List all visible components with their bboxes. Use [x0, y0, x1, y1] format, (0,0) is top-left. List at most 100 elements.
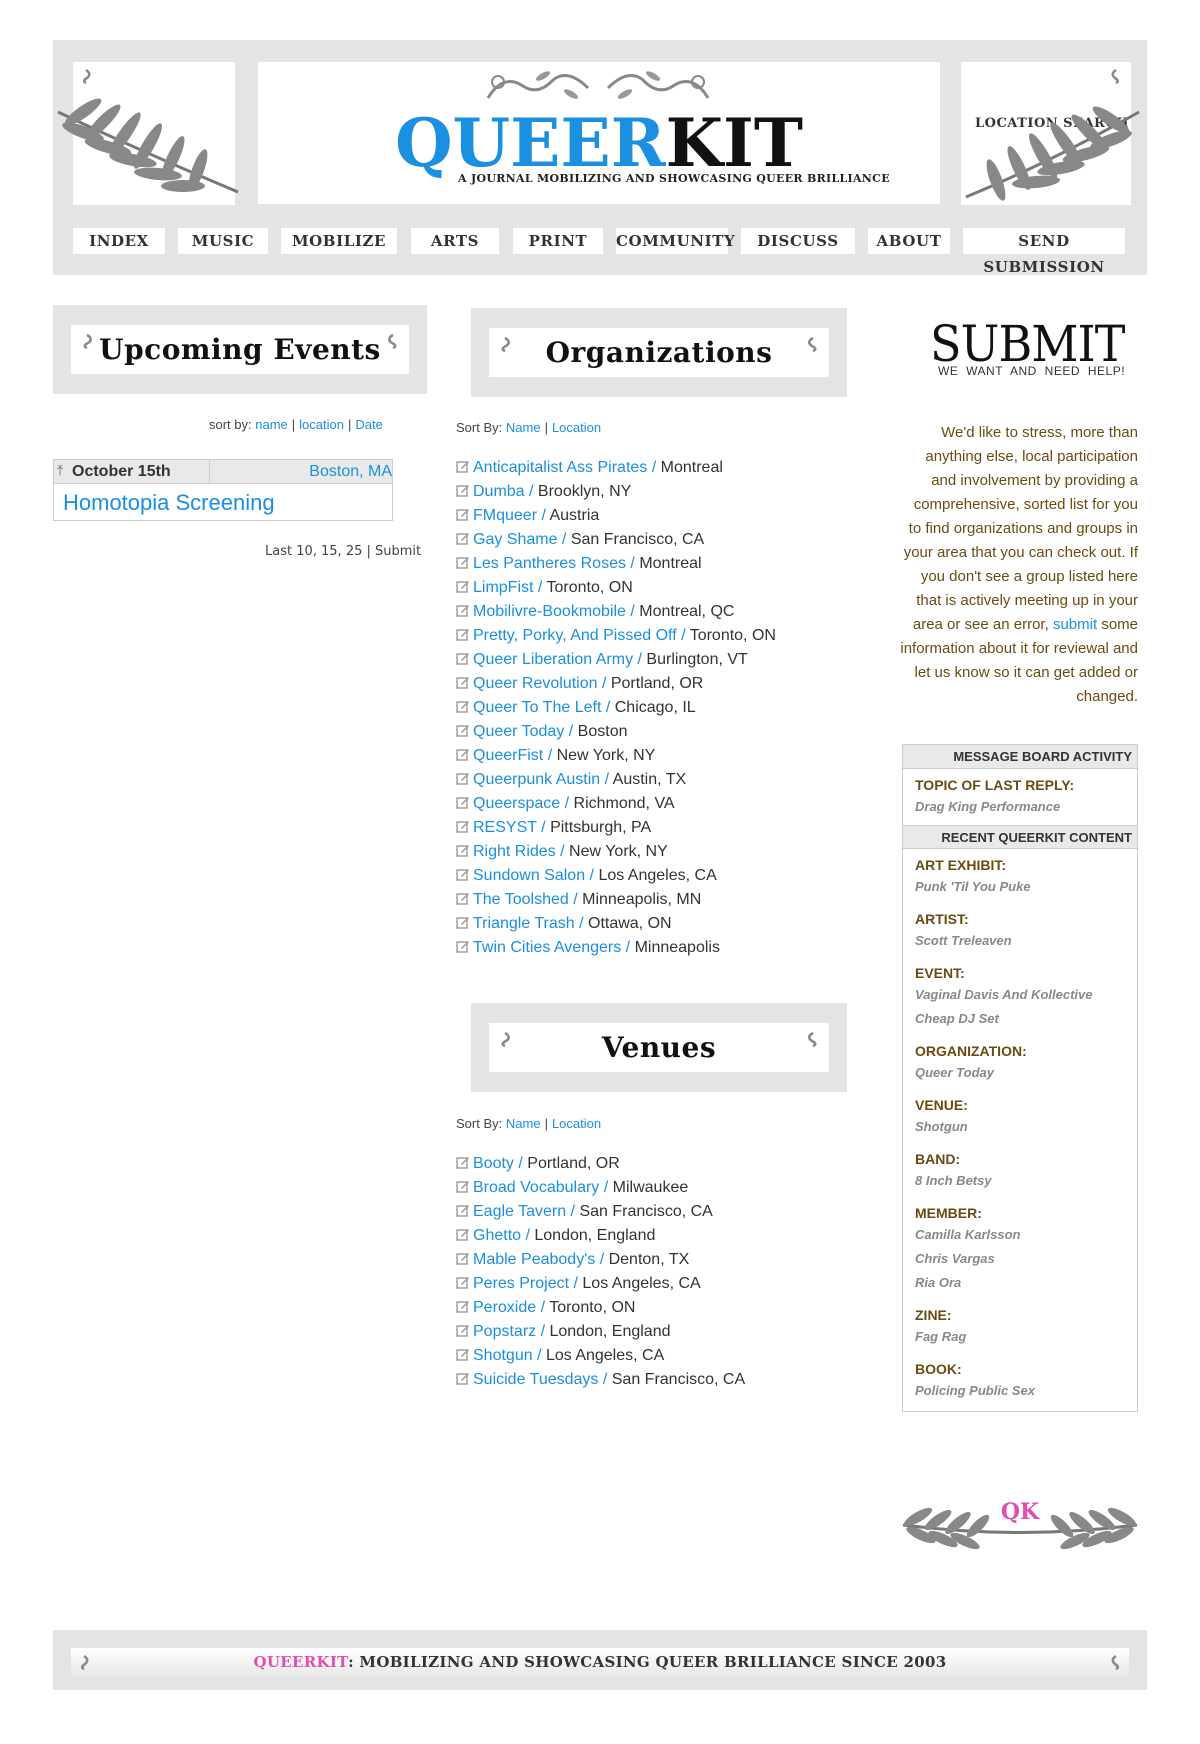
edit-icon[interactable]: [456, 675, 470, 689]
edit-icon[interactable]: [456, 603, 470, 617]
edit-icon[interactable]: [456, 1299, 470, 1313]
edit-icon[interactable]: [456, 651, 470, 665]
nav-about[interactable]: ABOUT: [868, 228, 950, 254]
list-item-link[interactable]: Dumba /: [473, 483, 533, 500]
list-item-link[interactable]: Shotgun /: [473, 1347, 542, 1364]
edit-icon[interactable]: [456, 579, 470, 593]
edit-icon[interactable]: [456, 627, 470, 641]
edit-icon[interactable]: [456, 699, 470, 713]
edit-icon[interactable]: [456, 771, 470, 785]
list-item-link[interactable]: LimpFist /: [473, 579, 542, 596]
edit-icon[interactable]: [456, 531, 470, 545]
nav-index[interactable]: INDEX: [73, 228, 165, 254]
edit-icon[interactable]: [456, 1227, 470, 1241]
list-item-link[interactable]: Queer Liberation Army /: [473, 651, 642, 668]
list-item-link[interactable]: QueerFist /: [473, 747, 552, 764]
sort-by-name-link[interactable]: Name: [506, 420, 541, 435]
list-item-link[interactable]: Triangle Trash /: [473, 915, 584, 932]
list-item-link[interactable]: Anticapitalist Ass Pirates /: [473, 459, 656, 476]
sort-by-location-link[interactable]: Location: [552, 1116, 601, 1131]
recent-content-link[interactable]: Fag Rag: [915, 1329, 1137, 1353]
edit-icon[interactable]: [456, 867, 470, 881]
edit-icon[interactable]: [456, 747, 470, 761]
sort-by-location-link[interactable]: location: [299, 417, 344, 432]
list-item-link[interactable]: Les Pantheres Roses /: [473, 555, 635, 572]
edit-icon[interactable]: [456, 915, 470, 929]
recent-content-link[interactable]: Punk 'Til You Puke: [915, 879, 1137, 903]
list-item-link[interactable]: Queer Today /: [473, 723, 573, 740]
logo-box[interactable]: QUEERKIT A JOURNAL MOBILIZING AND SHOWCA…: [258, 62, 940, 204]
edit-icon[interactable]: [456, 891, 470, 905]
edit-icon[interactable]: [456, 555, 470, 569]
list-item-link[interactable]: RESYST /: [473, 819, 546, 836]
edit-icon[interactable]: [456, 1179, 470, 1193]
footer-brand[interactable]: QUEERKIT: [254, 1653, 349, 1671]
submit-link[interactable]: submit: [1053, 616, 1097, 633]
nav-print[interactable]: PRINT: [513, 228, 603, 254]
edit-icon[interactable]: [456, 1155, 470, 1169]
events-footer[interactable]: Last 10, 15, 25 | Submit: [265, 544, 421, 559]
event-title-link[interactable]: Homotopia Screening: [54, 484, 392, 520]
list-item-link[interactable]: Peres Project /: [473, 1275, 578, 1292]
site-logo[interactable]: QUEERKIT: [258, 104, 940, 182]
list-item-link[interactable]: Eagle Tavern /: [473, 1203, 575, 1220]
recent-content-link[interactable]: Camilla Karlsson: [915, 1227, 1137, 1251]
recent-content-link[interactable]: Cheap DJ Set: [915, 1011, 1137, 1035]
event-item[interactable]: ⤒ October 15th Boston, MA Homotopia Scre…: [53, 459, 393, 521]
list-item-link[interactable]: Ghetto /: [473, 1227, 530, 1244]
recent-content-link[interactable]: Ria Ora: [915, 1275, 1137, 1299]
list-item-link[interactable]: Twin Cities Avengers /: [473, 939, 630, 956]
nav-music[interactable]: MUSIC: [178, 228, 268, 254]
edit-icon[interactable]: [456, 1251, 470, 1265]
list-item-link[interactable]: FMqueer /: [473, 507, 546, 524]
list-item-link[interactable]: Queerpunk Austin /: [473, 771, 609, 788]
sort-by-name-link[interactable]: Name: [506, 1116, 541, 1131]
edit-icon[interactable]: [456, 1203, 470, 1217]
sort-by-name-link[interactable]: name: [255, 417, 288, 432]
sort-by-location-link[interactable]: Location: [552, 420, 601, 435]
list-item-link[interactable]: Pretty, Porky, And Pissed Off /: [473, 627, 686, 644]
nav-mobilize[interactable]: MOBILIZE: [281, 228, 397, 254]
list-item-link[interactable]: Mobilivre-Bookmobile /: [473, 603, 635, 620]
list-item-link[interactable]: Gay Shame /: [473, 531, 566, 548]
list-item-link[interactable]: Right Rides /: [473, 843, 565, 860]
edit-icon[interactable]: [456, 819, 470, 833]
edit-icon[interactable]: [456, 459, 470, 473]
list-item-link[interactable]: Booty /: [473, 1155, 523, 1172]
list-item-link[interactable]: Suicide Tuesdays /: [473, 1371, 607, 1388]
edit-icon[interactable]: [456, 723, 470, 737]
edit-icon[interactable]: [456, 795, 470, 809]
recent-content-link[interactable]: Shotgun: [915, 1119, 1137, 1143]
collapse-arrow-icon[interactable]: ⤒: [57, 462, 63, 479]
location-search-box[interactable]: LOCATION SEARCH: [961, 62, 1140, 205]
recent-content-link[interactable]: Queer Today: [915, 1065, 1137, 1089]
edit-icon[interactable]: [456, 507, 470, 521]
nav-arts[interactable]: ARTS: [411, 228, 499, 254]
edit-icon[interactable]: [456, 1275, 470, 1289]
edit-icon[interactable]: [456, 939, 470, 953]
recent-content-link[interactable]: Vaginal Davis And Kollective: [915, 987, 1137, 1011]
list-item-link[interactable]: Mable Peabody's /: [473, 1251, 604, 1268]
recent-content-link[interactable]: Scott Treleaven: [915, 933, 1137, 957]
sort-by-date-link[interactable]: Date: [355, 417, 382, 432]
list-item-link[interactable]: The Toolshed /: [473, 891, 578, 908]
edit-icon[interactable]: [456, 843, 470, 857]
list-item-link[interactable]: Sundown Salon /: [473, 867, 594, 884]
recent-content-link[interactable]: Chris Vargas: [915, 1251, 1137, 1275]
list-item-link[interactable]: Queer Revolution /: [473, 675, 606, 692]
list-item-link[interactable]: Popstarz /: [473, 1323, 545, 1340]
event-location-link[interactable]: Boston, MA: [309, 463, 392, 481]
recent-content-link[interactable]: 8 Inch Betsy: [915, 1173, 1137, 1197]
edit-icon[interactable]: [456, 1371, 470, 1385]
recent-content-link[interactable]: Policing Public Sex: [915, 1383, 1137, 1407]
last-reply-link[interactable]: Drag King Performance: [915, 799, 1137, 823]
list-item-link[interactable]: Queer To The Left /: [473, 699, 610, 716]
nav-discuss[interactable]: DISCUSS: [741, 228, 855, 254]
list-item-link[interactable]: Peroxide /: [473, 1299, 545, 1316]
nav-community[interactable]: COMMUNITY: [616, 228, 735, 254]
edit-icon[interactable]: [456, 483, 470, 497]
edit-icon[interactable]: [456, 1323, 470, 1337]
list-item-link[interactable]: Broad Vocabulary /: [473, 1179, 608, 1196]
list-item-link[interactable]: Queerspace /: [473, 795, 569, 812]
edit-icon[interactable]: [456, 1347, 470, 1361]
